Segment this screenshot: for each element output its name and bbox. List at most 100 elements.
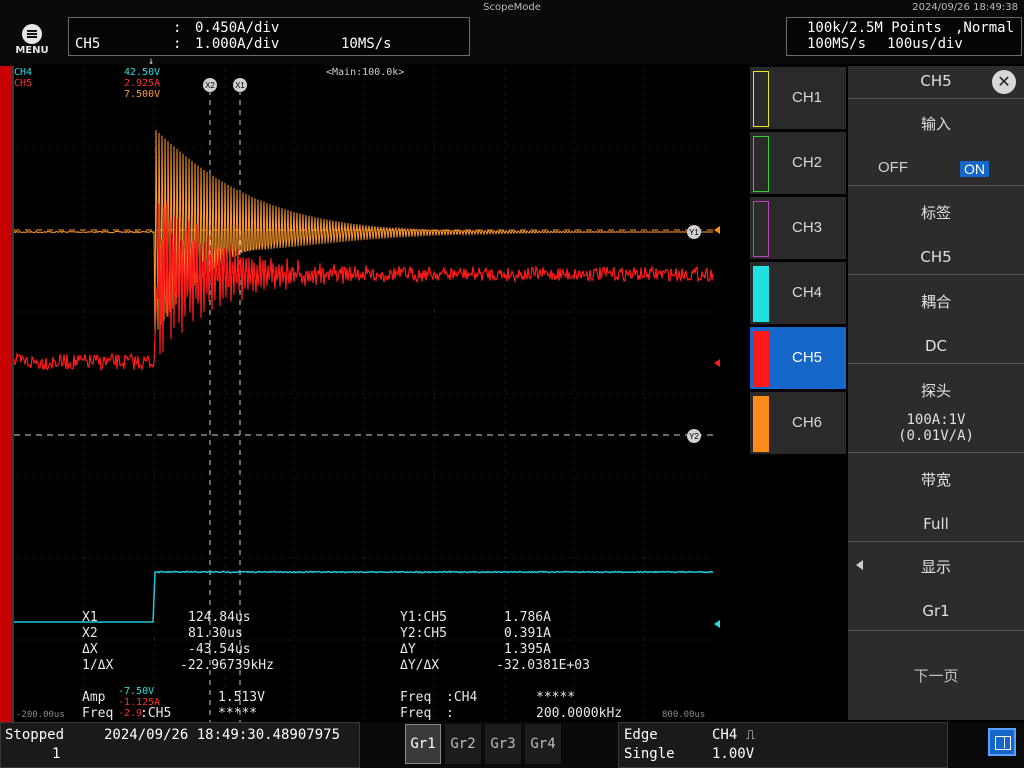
ch4-label: CH4 <box>791 284 822 301</box>
group-tab-gr1[interactable]: Gr1 <box>405 724 441 764</box>
ch6-offset-value: 7.500V <box>124 89 161 100</box>
scale-current-div: 0.450A/div <box>195 20 280 36</box>
meas-freq2-value: ***** <box>536 690 576 705</box>
group-tab-gr3[interactable]: Gr3 <box>485 724 521 764</box>
scale-colon-2: : <box>173 36 182 52</box>
ch6-color-swatch <box>753 396 769 452</box>
waveform-plot[interactable]: X2 X1 Y1 Y2 T CH4 CH5 42.50V 2.925A 7.50… <box>12 56 714 722</box>
bandwidth-section[interactable]: 带宽 Full <box>848 453 1024 542</box>
ch1-label: CH1 <box>791 89 822 106</box>
close-icon[interactable]: ✕ <box>992 70 1016 94</box>
trigger-arrow-icon: ↓ <box>148 56 155 67</box>
probe-ratio: 100A:1V <box>906 412 966 428</box>
y2-marker[interactable]: Y2 <box>687 429 701 443</box>
y1-marker[interactable]: Y1 <box>687 225 701 239</box>
scale-channel: CH5 <box>75 36 101 52</box>
display-title: 显示 <box>920 558 951 576</box>
bandwidth-title: 带宽 <box>920 471 951 489</box>
acq-mode: ,Normal <box>955 20 1015 36</box>
time-left-label: -200.00us <box>16 710 65 720</box>
meas-dy-value: 1.395A <box>504 642 551 657</box>
acq-timebase: 100us/div <box>887 36 963 52</box>
ch4-color-swatch <box>753 266 769 322</box>
label-section[interactable]: 标签 CH5 <box>848 186 1024 275</box>
next-page-label: 下一页 <box>913 667 959 685</box>
scale-sample: 10MS/s <box>341 36 392 52</box>
meas-dx-label: ΔX <box>82 642 98 657</box>
next-page-section[interactable]: 下一页 <box>848 631 1024 719</box>
x1-marker[interactable]: X1 <box>233 78 247 92</box>
rising-edge-icon: ⎍ <box>746 728 756 743</box>
ch5-label: CH5 <box>791 349 822 366</box>
ch6-level-marker[interactable] <box>714 226 720 234</box>
channel-button-ch1[interactable]: CH1 <box>750 67 846 129</box>
display-section[interactable]: 显示 Gr1 <box>848 542 1024 631</box>
ch4-tag: CH4 <box>14 67 33 78</box>
layout-toggle-icon[interactable] <box>988 728 1016 756</box>
ch4-offset-value: 42.50V <box>124 67 161 78</box>
ch6-label: CH6 <box>791 414 822 431</box>
meas-amp-label: Amp <box>82 690 106 705</box>
trigger-mode: Single <box>624 746 675 762</box>
trigger-source: CH4 <box>712 727 738 743</box>
meas-dy-label: ΔY <box>400 642 416 657</box>
ch1-color-swatch <box>753 71 769 127</box>
group-tab-gr2[interactable]: Gr2 <box>445 724 481 764</box>
probe-title: 探头 <box>920 382 951 400</box>
input-off-option[interactable]: OFF <box>878 159 908 176</box>
channel-button-ch5[interactable]: CH5 <box>750 327 846 389</box>
probe-section[interactable]: 探头 100A:1V (0.01V/A) <box>848 364 1024 453</box>
scale-colon-1: : <box>173 20 182 36</box>
ch5-offset-value: 2.925A <box>124 78 161 89</box>
input-section[interactable]: 输入 OFF ON <box>848 99 1024 186</box>
main-zoom-label: <Main:100.0k> <box>326 67 405 78</box>
meas-freq1-label: Freq <box>82 706 114 721</box>
bandwidth-value: Full <box>923 515 949 533</box>
channel-marker-strip <box>0 66 12 722</box>
x2-marker[interactable]: X2 <box>203 78 217 92</box>
meas-y1-value: 1.786A <box>504 610 551 625</box>
ch5-tag: CH5 <box>14 78 33 89</box>
meas-freq1-value: ***** <box>218 706 258 721</box>
x1-marker-text: X1 <box>235 81 245 90</box>
meas-freq3-value: 200.0000kHz <box>536 706 623 721</box>
meas-freq3-label: Freq <box>400 706 432 721</box>
acquisition-box[interactable]: 100k/2.5M Points ,Normal 100MS/s 100us/d… <box>786 17 1022 56</box>
channel-button-ch4[interactable]: CH4 <box>750 262 846 324</box>
meas-y2-label: Y2:CH5 <box>400 626 447 641</box>
plot-grid <box>18 69 707 719</box>
waveform-canvas[interactable]: X2 X1 Y1 Y2 T <box>14 66 714 722</box>
meas-inv-dx-label: 1/ΔX <box>82 658 114 673</box>
menu-button[interactable]: MENU <box>10 20 54 60</box>
meas-freq2-source: :CH4 <box>446 690 478 705</box>
channel-button-ch6[interactable]: CH6 <box>750 392 846 454</box>
meas-inv-dx-value: -22.96739kHz <box>180 658 274 673</box>
y1-marker-text: Y1 <box>689 228 699 237</box>
channel-scale-box[interactable]: : 0.450A/div CH5 : 1.000A/div 10MS/s <box>68 17 470 56</box>
meas-x1-label: X1 <box>82 610 98 625</box>
ch4-level-marker[interactable] <box>714 620 720 628</box>
status-text: Stopped <box>5 727 65 743</box>
status-bar: Stopped 1 2024/09/26 18:49:30.48907975 G… <box>0 722 1024 768</box>
acquisition-count: 1 <box>52 746 61 762</box>
ch5-level-marker[interactable] <box>714 359 720 367</box>
panel-header: CH5 ✕ <box>848 66 1024 99</box>
meas-x2-value: 81.30us <box>188 626 243 641</box>
input-title: 输入 <box>920 115 951 133</box>
channel-button-ch2[interactable]: CH2 <box>750 132 846 194</box>
acq-points: 100k/2.5M Points <box>807 20 942 36</box>
menu-label: MENU <box>15 45 49 56</box>
ch2-color-swatch <box>753 136 769 192</box>
input-on-option[interactable]: ON <box>960 161 989 177</box>
probe-scale: (0.01V/A) <box>898 428 974 444</box>
coupling-value: DC <box>924 337 948 355</box>
coupling-section[interactable]: 耦合 DC <box>848 275 1024 364</box>
channel-button-ch3[interactable]: CH3 <box>750 197 846 259</box>
time-right-label: 800.00us <box>662 710 706 720</box>
x2-marker-text: X2 <box>205 81 215 90</box>
ch3-label: CH3 <box>791 219 822 236</box>
meas-x2-label: X2 <box>82 626 98 641</box>
label-title: 标签 <box>920 204 951 222</box>
group-tab-gr4[interactable]: Gr4 <box>525 724 561 764</box>
meas-amp-value: 1.513V <box>218 690 265 705</box>
